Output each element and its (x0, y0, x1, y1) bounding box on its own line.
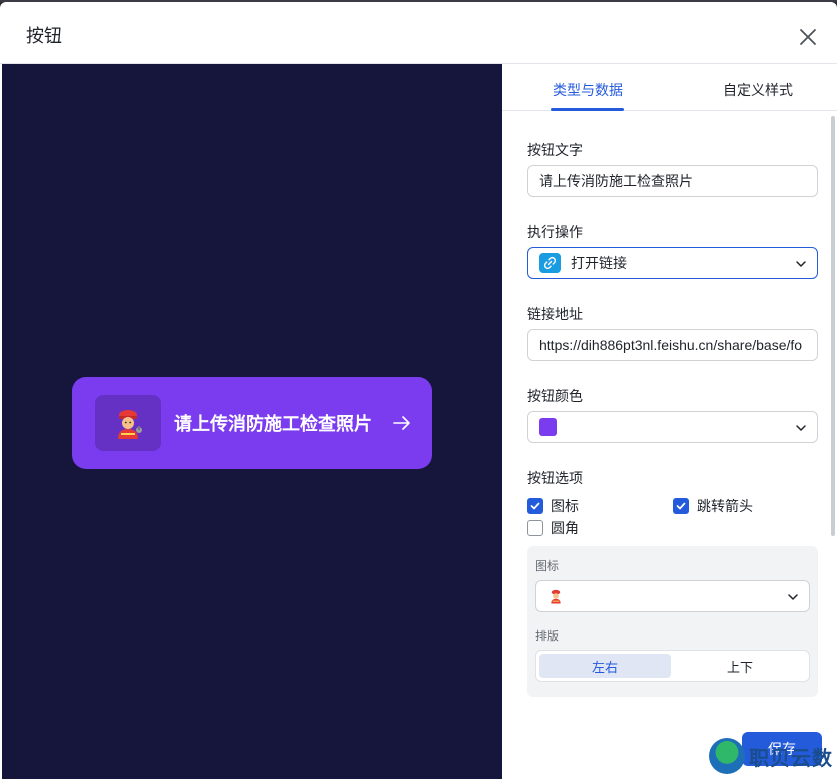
option-rounded-checkbox[interactable]: 圆角 (527, 518, 579, 538)
button-preview-area: 请上传消防施工检查照片 (2, 64, 502, 779)
link-url-label: 链接地址 (527, 306, 583, 322)
button-options-label: 按钮选项 (527, 470, 583, 486)
checkbox-unchecked-icon (527, 520, 543, 536)
layout-label: 排版 (535, 629, 560, 643)
checkbox-checked-icon (527, 498, 543, 514)
layout-option-horizontal[interactable]: 左右 (539, 654, 671, 678)
firefighter-icon (118, 410, 142, 439)
chevron-down-icon (796, 425, 806, 431)
button-color-select[interactable] (527, 411, 818, 443)
tab-custom-style[interactable]: 自定义样式 (723, 80, 793, 100)
link-url-input[interactable]: https://dih886pt3nl.feishu.cn/share/base… (527, 329, 818, 361)
icon-label: 图标 (535, 559, 560, 573)
option-arrow-label: 跳转箭头 (697, 498, 753, 514)
link-url-value: https://dih886pt3nl.feishu.cn/share/base… (539, 337, 803, 353)
button-text-label: 按钮文字 (527, 142, 583, 158)
watermark-text: 职贝云数 (749, 747, 833, 770)
action-select[interactable]: 打开链接 (527, 247, 818, 279)
button-color-label: 按钮颜色 (527, 388, 583, 404)
option-rounded-label: 圆角 (551, 520, 579, 536)
chevron-down-icon (796, 261, 806, 267)
tab-bar: 类型与数据 自定义样式 (502, 64, 837, 111)
preview-button-label: 请上传消防施工检查照片 (174, 414, 372, 434)
close-button[interactable] (797, 26, 819, 48)
arrow-right-icon (393, 416, 410, 430)
layout-option-vertical[interactable]: 上下 (674, 654, 806, 678)
action-label: 执行操作 (527, 224, 583, 240)
chevron-down-icon (788, 594, 798, 600)
panel-scrollbar[interactable] (831, 116, 835, 536)
layout-segmented-control: 左右 上下 (535, 650, 810, 682)
action-value: 打开链接 (571, 255, 627, 271)
checkbox-checked-icon (673, 498, 689, 514)
watermark-logo-icon (709, 738, 745, 774)
dialog-header: 按钮 (0, 2, 837, 64)
button-text-value: 请上传消防施工检查照片 (539, 173, 693, 189)
active-tab-indicator (551, 108, 624, 111)
option-icon-checkbox[interactable]: 图标 (527, 496, 579, 516)
link-icon (539, 253, 561, 273)
button-text-input[interactable]: 请上传消防施工检查照片 (527, 165, 818, 197)
preview-icon-container (95, 395, 161, 451)
close-icon (800, 29, 816, 45)
icon-settings-section: 图标 排版 左右 上下 (527, 546, 818, 697)
icon-select[interactable] (535, 580, 810, 612)
firefighter-icon (551, 589, 561, 604)
color-swatch (539, 418, 557, 436)
settings-panel: 类型与数据 自定义样式 按钮文字 请上传消防施工检查照片 执行操作 打开链接 链… (502, 64, 837, 779)
preview-button[interactable]: 请上传消防施工检查照片 (72, 377, 432, 469)
option-icon-label: 图标 (551, 498, 579, 514)
option-arrow-checkbox[interactable]: 跳转箭头 (673, 496, 753, 516)
dialog-title: 按钮 (26, 26, 62, 46)
watermark: 职贝云数 (709, 736, 837, 776)
button-settings-dialog: 按钮 请上传消防施工检查照片 类型与数据 自定义样式 按钮文字 请上传消防施工检… (0, 2, 837, 779)
tab-type-and-data[interactable]: 类型与数据 (553, 80, 623, 100)
